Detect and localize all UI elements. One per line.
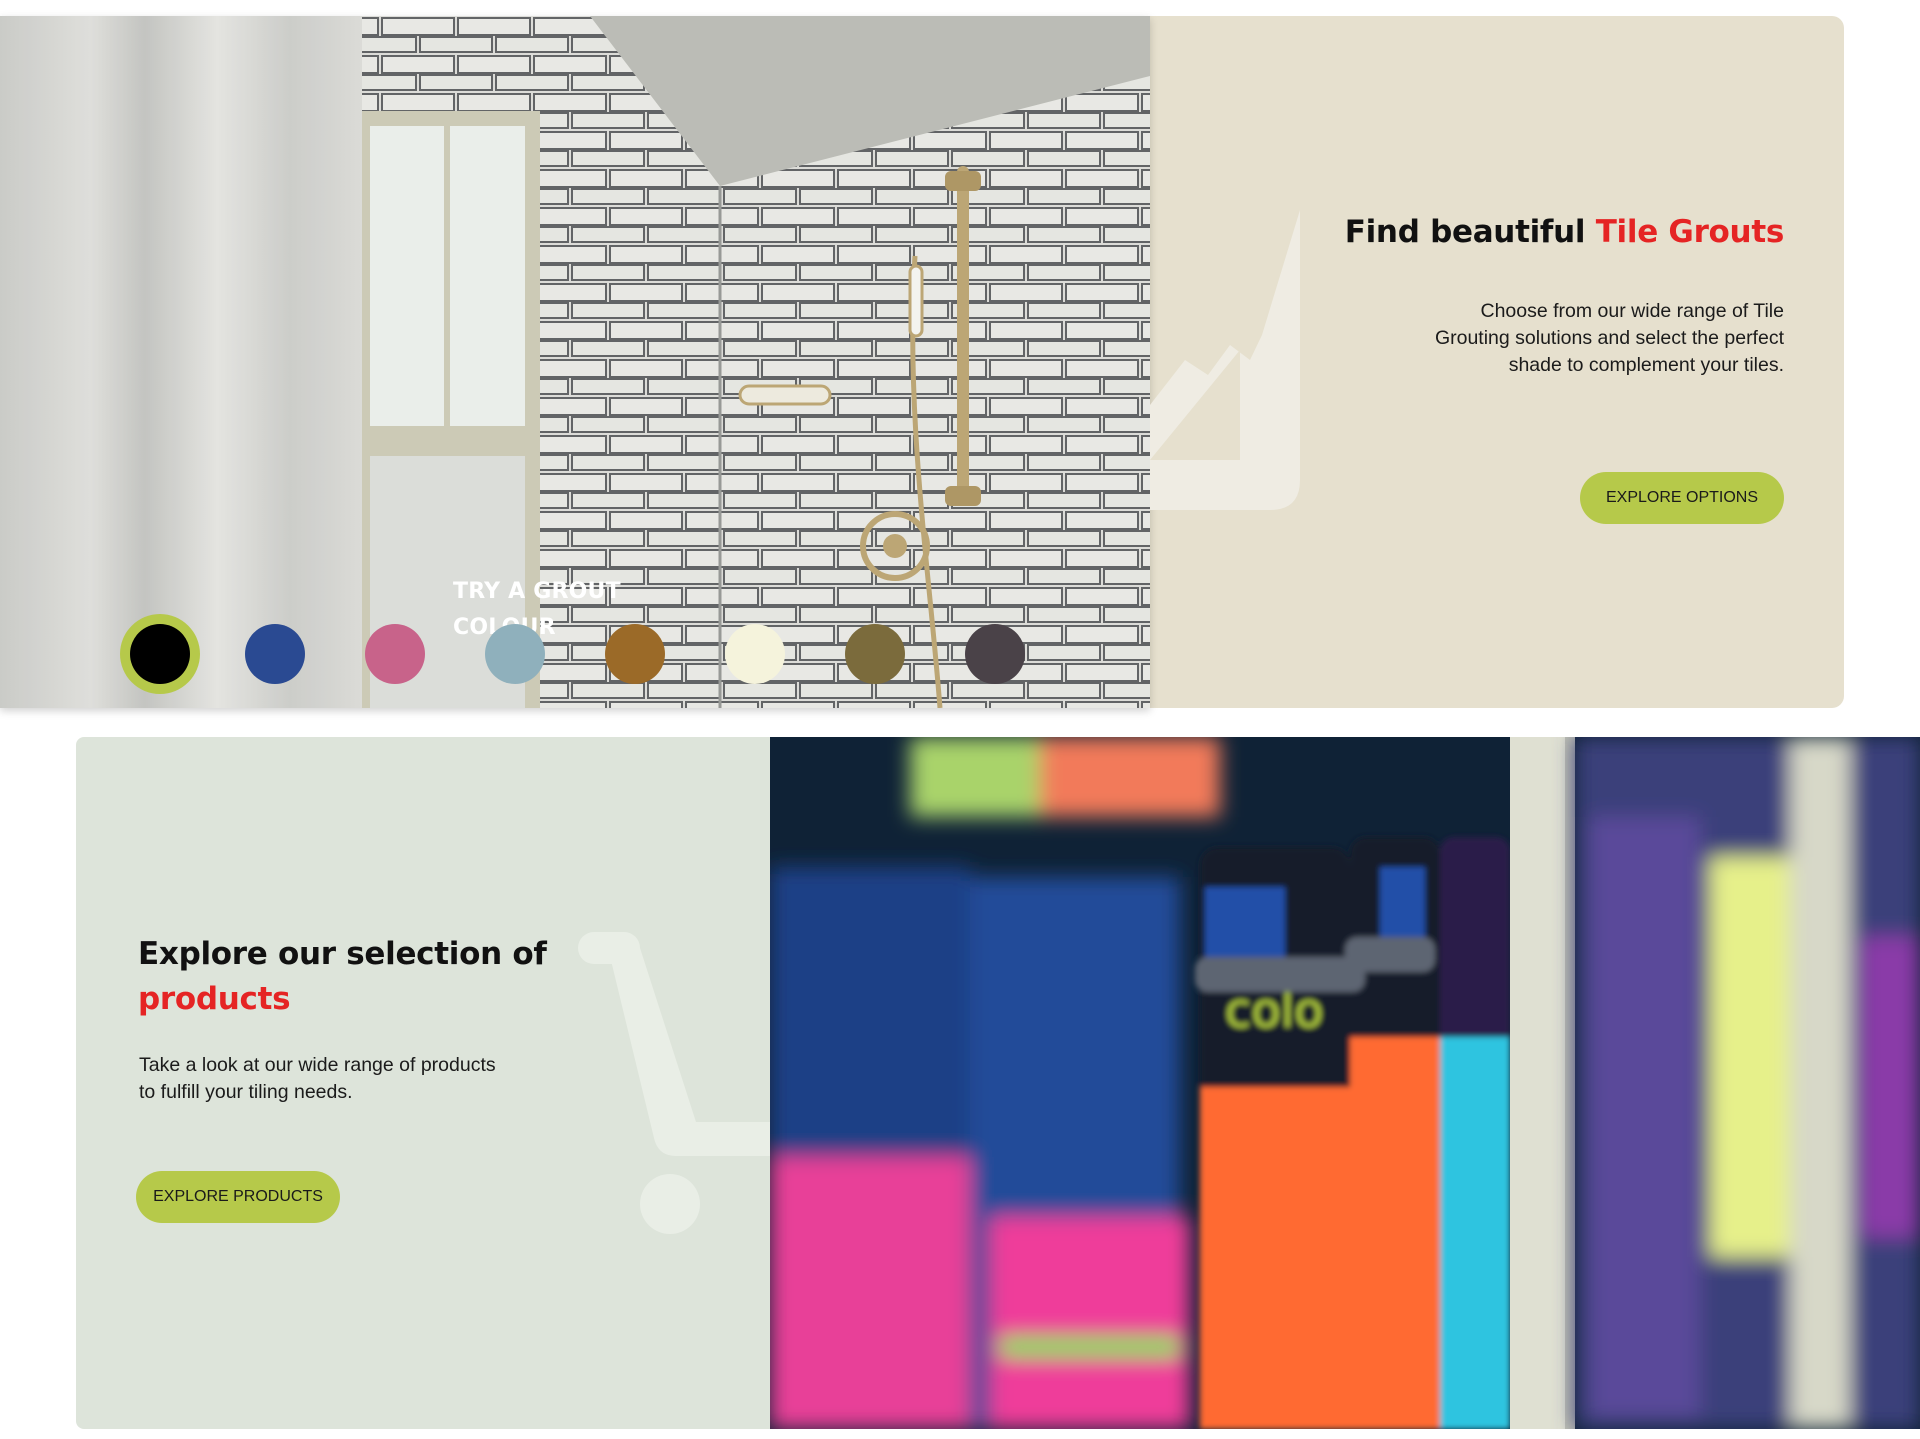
products-title-highlight: products bbox=[138, 981, 291, 1017]
swatch-charcoal[interactable] bbox=[965, 624, 1025, 684]
products-description: Take a look at our wide range of product… bbox=[139, 1054, 496, 1103]
swatch-blue[interactable] bbox=[245, 624, 305, 684]
products-heading: Explore our selection of products bbox=[138, 932, 558, 1022]
paint-shelf-photo: colo bbox=[770, 737, 1920, 1429]
bathroom-tiles-photo: TRY A GROUT COLOUR bbox=[0, 16, 1150, 708]
swatch-cream[interactable] bbox=[725, 624, 785, 684]
explore-products-button[interactable]: EXPLORE PRODUCTS bbox=[136, 1171, 340, 1223]
swatch-black[interactable] bbox=[130, 624, 190, 684]
explore-options-button[interactable]: EXPLORE OPTIONS bbox=[1580, 472, 1784, 524]
grout-description: Choose from our wide range of Tile Grout… bbox=[1434, 300, 1784, 376]
grout-title-highlight: Tile Grouts bbox=[1595, 214, 1785, 250]
grout-trowel-icon bbox=[1150, 210, 1300, 510]
grout-heading: Find beautiful Tile Grouts bbox=[1184, 214, 1785, 250]
swatch-brown[interactable] bbox=[605, 624, 665, 684]
grout-title-prefix: Find beautiful bbox=[1344, 214, 1596, 250]
swatch-olive[interactable] bbox=[845, 624, 905, 684]
swatch-light-blue[interactable] bbox=[485, 624, 545, 684]
products-title-prefix: Explore our selection of bbox=[138, 936, 547, 972]
shopping-cart-icon bbox=[578, 932, 778, 1234]
swatch-pink[interactable] bbox=[365, 624, 425, 684]
